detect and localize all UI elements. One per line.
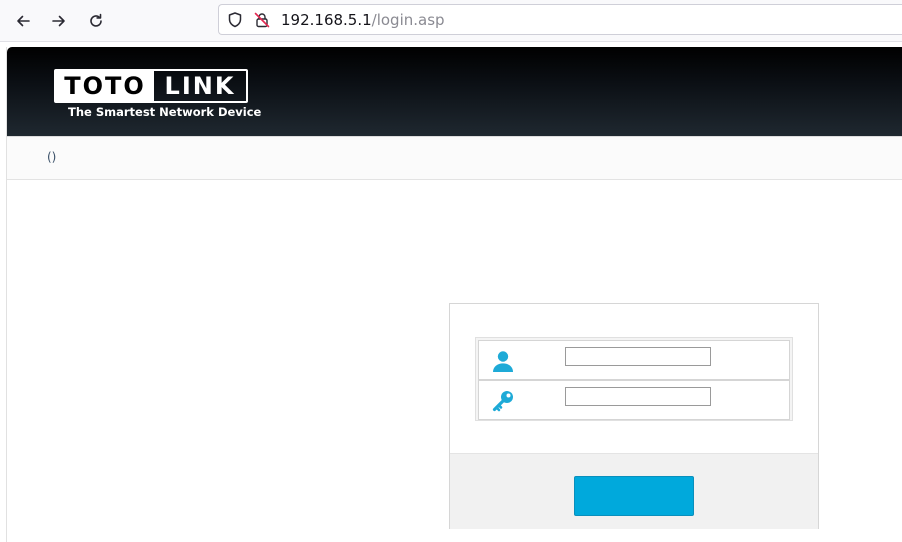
totolink-logo: TOTO LINK: [54, 69, 248, 103]
subnav-text: (): [47, 150, 57, 164]
logo-text-toto: TOTO: [56, 71, 154, 101]
reload-button[interactable]: [83, 8, 109, 34]
subnav-bar: (): [7, 136, 902, 180]
user-icon: [493, 351, 513, 372]
url-text: 192.168.5.1/login.asp: [281, 5, 445, 36]
back-button[interactable]: [10, 8, 36, 34]
insecure-lock-icon[interactable]: [253, 11, 271, 29]
page-header: TOTO LINK The Smartest Network Device: [7, 47, 902, 136]
shield-icon[interactable]: [226, 11, 244, 29]
url-host: 192.168.5.1: [281, 11, 372, 29]
login-button[interactable]: [574, 476, 694, 516]
password-input[interactable]: [565, 387, 711, 406]
username-row: [478, 340, 790, 380]
tagline: The Smartest Network Device: [68, 105, 262, 119]
key-icon: [492, 391, 513, 412]
forward-button[interactable]: [46, 8, 72, 34]
login-footer: [450, 453, 818, 529]
username-input[interactable]: [565, 347, 711, 366]
browser-toolbar: 192.168.5.1/login.asp: [0, 0, 902, 42]
login-fields: [475, 337, 793, 421]
password-row: [478, 380, 790, 420]
forward-arrow-icon: [52, 15, 65, 27]
login-panel: [449, 303, 819, 529]
url-path: /login.asp: [371, 11, 445, 29]
router-page: TOTO LINK The Smartest Network Device (): [6, 47, 902, 542]
back-arrow-icon: [17, 15, 30, 27]
reload-icon: [90, 13, 102, 27]
url-bar[interactable]: 192.168.5.1/login.asp: [218, 4, 902, 35]
logo-text-link: LINK: [164, 72, 236, 100]
